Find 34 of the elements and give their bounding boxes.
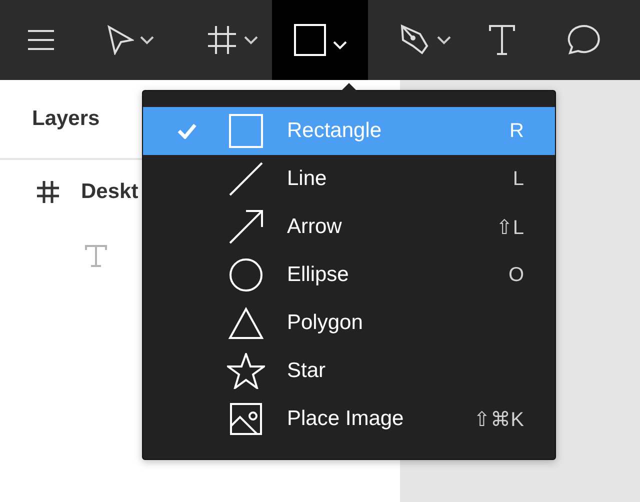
triangle-icon — [228, 307, 264, 339]
line-icon — [229, 162, 263, 196]
ellipse-icon — [229, 258, 263, 292]
shortcut-label: L — [512, 168, 525, 190]
rectangle-icon — [293, 23, 327, 57]
menu-item[interactable]: Polygon — [143, 299, 555, 347]
text-icon — [488, 24, 516, 56]
menu-item[interactable]: Place Image ⇧⌘K — [143, 395, 555, 443]
shortcut-label: ⇧⌘K — [474, 408, 525, 432]
menu-item[interactable]: Ellipse O — [143, 251, 555, 299]
menu-item[interactable]: Line L — [143, 155, 555, 203]
layer-name[interactable]: Deskt — [81, 180, 138, 204]
chevron-icon — [437, 36, 451, 44]
menu-icon — [26, 28, 56, 52]
arrow-icon — [229, 210, 263, 244]
frame-icon — [37, 181, 59, 203]
rectangle-icon — [229, 114, 263, 148]
image-icon — [230, 403, 262, 435]
chevron-icon — [140, 36, 154, 44]
text-icon — [85, 245, 107, 267]
panel-tab[interactable]: Layers — [32, 107, 100, 131]
checkmark-icon — [177, 123, 197, 139]
shortcut-label: O — [508, 264, 525, 286]
pen-icon — [399, 24, 431, 56]
menu-item[interactable]: Star — [143, 347, 555, 395]
chevron-icon — [333, 40, 347, 50]
chevron-icon — [244, 36, 258, 44]
star-icon — [227, 353, 265, 389]
menu-item[interactable]: Arrow ⇧L — [143, 203, 555, 251]
frame-icon — [206, 24, 238, 56]
shortcut-label: R — [510, 120, 525, 142]
tool-button[interactable] — [272, 0, 368, 80]
shortcut-label: ⇧L — [496, 216, 525, 240]
pointer-icon — [106, 25, 134, 55]
